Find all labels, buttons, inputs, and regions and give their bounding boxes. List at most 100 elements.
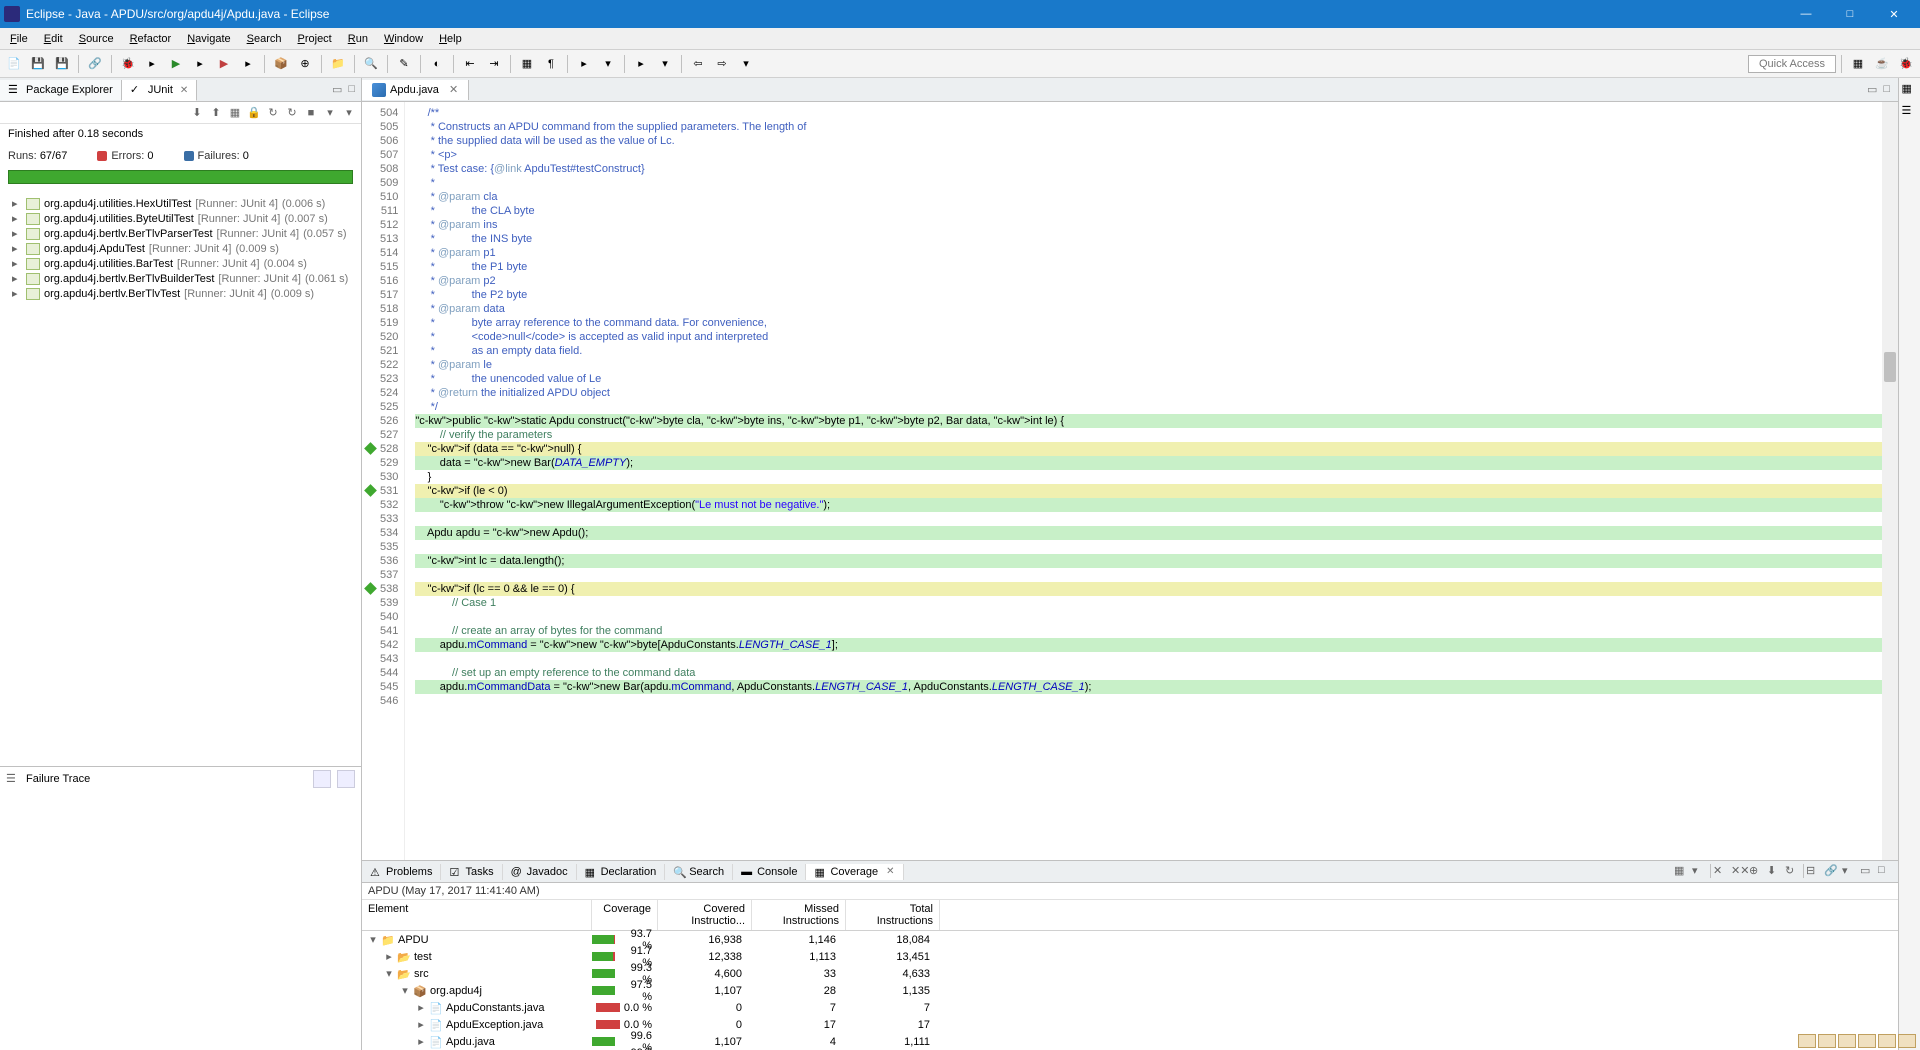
- shift-right-button[interactable]: ⇥: [483, 53, 505, 75]
- dump-button[interactable]: ⬇: [1767, 864, 1783, 880]
- menu-run[interactable]: Run: [340, 31, 376, 47]
- filter-button[interactable]: [337, 770, 355, 788]
- junit-tree[interactable]: ▸org.apdu4j.utilities.HexUtilTest [Runne…: [0, 192, 361, 766]
- max-button[interactable]: □: [1878, 864, 1894, 880]
- col-header[interactable]: Coverage: [592, 900, 658, 930]
- status-icon[interactable]: [1898, 1034, 1916, 1048]
- nav-button[interactable]: ▸: [573, 53, 595, 75]
- stop-icon[interactable]: ■: [303, 105, 319, 121]
- tab-junit[interactable]: ✓ JUnit ✕: [122, 80, 197, 101]
- show-fail-icon[interactable]: ▦: [227, 105, 243, 121]
- open-type-button[interactable]: 📁: [327, 53, 349, 75]
- status-icon[interactable]: [1858, 1034, 1876, 1048]
- coverage-row[interactable]: ▸📄ApduConstants.java0.0 %077: [362, 999, 1898, 1016]
- maximize-view-button[interactable]: □: [1881, 83, 1892, 96]
- task-icon[interactable]: ☰: [1902, 104, 1918, 120]
- menu-source[interactable]: Source: [71, 31, 122, 47]
- col-header[interactable]: Covered Instructio...: [658, 900, 752, 930]
- run-button[interactable]: ▶: [165, 53, 187, 75]
- debug-perspective-button[interactable]: 🐞: [1895, 53, 1917, 75]
- minimize-view-button[interactable]: ▭: [330, 83, 344, 96]
- view-menu-icon[interactable]: ▾: [341, 105, 357, 121]
- col-header[interactable]: Total Instructions: [846, 900, 940, 930]
- compare-button[interactable]: [313, 770, 331, 788]
- next-button[interactable]: ▾: [654, 53, 676, 75]
- select-session-button[interactable]: ▦: [1674, 864, 1690, 880]
- toggle-button[interactable]: ◐: [426, 53, 448, 75]
- collapse-button[interactable]: ⊟: [1806, 864, 1822, 880]
- status-icon[interactable]: [1798, 1034, 1816, 1048]
- ext-tools-button[interactable]: ▸: [237, 53, 259, 75]
- menu-search[interactable]: Search: [239, 31, 290, 47]
- status-icon[interactable]: [1838, 1034, 1856, 1048]
- perspective-button[interactable]: ▦: [1847, 53, 1869, 75]
- tab-problems[interactable]: ⚠Problems: [362, 864, 441, 880]
- menu-window[interactable]: Window: [376, 31, 431, 47]
- remove-session-button[interactable]: ✕: [1713, 864, 1729, 880]
- col-header[interactable]: Missed Instructions: [752, 900, 846, 930]
- tab-package-explorer[interactable]: ☰ Package Explorer: [0, 80, 122, 100]
- coverage-row[interactable]: ▾📦org.apdu4j97.5 %1,107281,135: [362, 982, 1898, 999]
- view-menu2-button[interactable]: ▾: [1842, 864, 1858, 880]
- maximize-button[interactable]: □: [1828, 0, 1872, 28]
- coverage-button[interactable]: ▶: [213, 53, 235, 75]
- new-package-button[interactable]: 📦: [270, 53, 292, 75]
- menu-navigate[interactable]: Navigate: [179, 31, 238, 47]
- close-icon[interactable]: ✕: [449, 83, 458, 96]
- test-row[interactable]: ▸org.apdu4j.bertlv.BerTlvBuilderTest [Ru…: [0, 271, 361, 286]
- maximize-view-button[interactable]: □: [346, 83, 357, 96]
- prev-fail-icon[interactable]: ⬆: [208, 105, 224, 121]
- remove-all-button[interactable]: ✕✕: [1731, 864, 1747, 880]
- tab-search[interactable]: 🔍Search: [665, 864, 733, 880]
- minimize-button[interactable]: —: [1784, 0, 1828, 28]
- nav-dropdown[interactable]: ▾: [597, 53, 619, 75]
- status-icon[interactable]: [1878, 1034, 1896, 1048]
- menu-refactor[interactable]: Refactor: [122, 31, 180, 47]
- test-row[interactable]: ▸org.apdu4j.bertlv.BerTlvParserTest [Run…: [0, 226, 361, 241]
- save-all-button[interactable]: 💾: [51, 53, 73, 75]
- prev-button[interactable]: ▸: [630, 53, 652, 75]
- code-editor[interactable]: 5045055065075085095105115125135145155165…: [362, 102, 1898, 860]
- debug-button[interactable]: 🐞: [117, 53, 139, 75]
- scroll-lock-icon[interactable]: 🔒: [246, 105, 262, 121]
- rerun-fail-icon[interactable]: ↻: [284, 105, 300, 121]
- new-class-button[interactable]: ⊕: [294, 53, 316, 75]
- close-icon[interactable]: ✕: [886, 866, 894, 877]
- relaunch-button[interactable]: ↻: [1785, 864, 1801, 880]
- java-perspective-button[interactable]: ☕: [1871, 53, 1893, 75]
- close-icon[interactable]: ✕: [180, 85, 188, 96]
- annotate-button[interactable]: ✎: [393, 53, 415, 75]
- test-row[interactable]: ▸org.apdu4j.bertlv.BerTlvTest [Runner: J…: [0, 286, 361, 301]
- show-ws-button[interactable]: ¶: [540, 53, 562, 75]
- coverage-table[interactable]: ElementCoverageCovered Instructio...Miss…: [362, 900, 1898, 1050]
- search-button[interactable]: 🔍: [360, 53, 382, 75]
- save-button[interactable]: 💾: [27, 53, 49, 75]
- shift-left-button[interactable]: ⇤: [459, 53, 481, 75]
- tab-coverage[interactable]: ▦Coverage✕: [806, 864, 903, 880]
- run-last-dropdown[interactable]: ▸: [189, 53, 211, 75]
- menu-help[interactable]: Help: [431, 31, 470, 47]
- menu-project[interactable]: Project: [290, 31, 340, 47]
- rerun-icon[interactable]: ↻: [265, 105, 281, 121]
- link-ed-button[interactable]: 🔗: [1824, 864, 1840, 880]
- fwd-dropdown[interactable]: ▾: [735, 53, 757, 75]
- minimize-view-button[interactable]: ▭: [1865, 83, 1879, 96]
- close-button[interactable]: ✕: [1872, 0, 1916, 28]
- merge-button[interactable]: ⊕: [1749, 864, 1765, 880]
- new-button[interactable]: 📄: [3, 53, 25, 75]
- tab-tasks[interactable]: ☑Tasks: [441, 864, 502, 880]
- code-area[interactable]: /** * Constructs an APDU command from th…: [405, 102, 1898, 860]
- menu-edit[interactable]: Edit: [36, 31, 71, 47]
- tab-apdu-java[interactable]: Apdu.java ✕: [362, 80, 469, 100]
- test-row[interactable]: ▸org.apdu4j.utilities.BarTest [Runner: J…: [0, 256, 361, 271]
- fwd-button[interactable]: ⇨: [711, 53, 733, 75]
- test-row[interactable]: ▸org.apdu4j.utilities.ByteUtilTest [Runn…: [0, 211, 361, 226]
- min-button[interactable]: ▭: [1860, 864, 1876, 880]
- link-button[interactable]: ▾: [1692, 864, 1708, 880]
- tab-javadoc[interactable]: @Javadoc: [503, 864, 577, 880]
- link-button[interactable]: 🔗: [84, 53, 106, 75]
- history-icon[interactable]: ▾: [322, 105, 338, 121]
- next-fail-icon[interactable]: ⬇: [189, 105, 205, 121]
- menu-file[interactable]: File: [2, 31, 36, 47]
- test-row[interactable]: ▸org.apdu4j.ApduTest [Runner: JUnit 4] (…: [0, 241, 361, 256]
